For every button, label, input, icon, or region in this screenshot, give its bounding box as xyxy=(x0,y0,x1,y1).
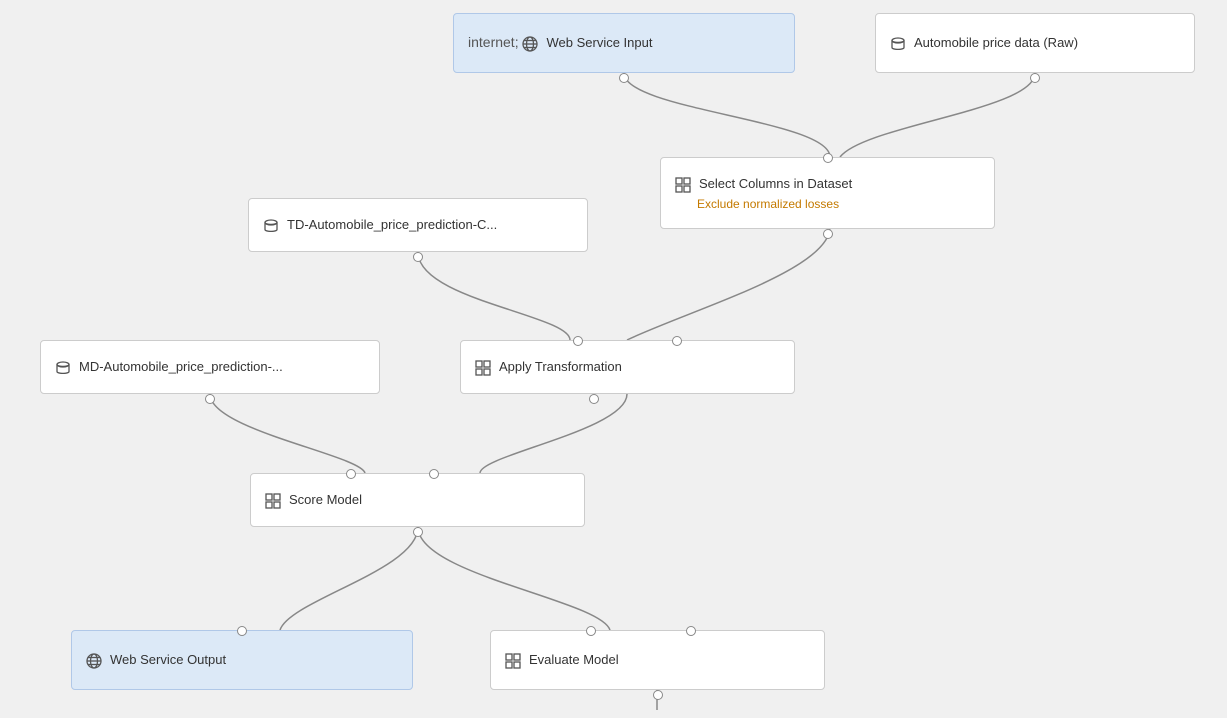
apply-transformation-port-top-right[interactable] xyxy=(672,336,682,346)
score-model-node[interactable]: Score Model xyxy=(250,473,585,527)
evaluate-model-port-top-left[interactable] xyxy=(586,626,596,636)
select-columns-icon xyxy=(675,175,691,192)
apply-transformation-port-bottom[interactable] xyxy=(589,394,599,404)
apply-transformation-port-top-left[interactable] xyxy=(573,336,583,346)
globe-icon-output xyxy=(86,651,102,668)
web-service-output-port-top[interactable] xyxy=(237,626,247,636)
web-service-input-node[interactable]: internet; Web Service Input xyxy=(453,13,795,73)
td-automobile-label: TD-Automobile_price_prediction-C... xyxy=(287,217,497,232)
evaluate-model-port-bottom[interactable] xyxy=(653,690,663,700)
apply-transformation-node[interactable]: Apply Transformation xyxy=(460,340,795,394)
database-icon-td xyxy=(263,216,279,233)
evaluate-model-label: Evaluate Model xyxy=(529,652,619,667)
evaluate-model-port-top-right[interactable] xyxy=(686,626,696,636)
score-model-icon xyxy=(265,491,281,508)
evaluate-model-icon xyxy=(505,651,521,668)
select-columns-subtitle: Exclude normalized losses xyxy=(675,197,980,211)
automobile-price-raw-label: Automobile price data (Raw) xyxy=(914,35,1078,50)
web-service-input-label: Web Service Input xyxy=(546,35,652,50)
globe-icon: internet; xyxy=(468,34,538,51)
automobile-raw-port-bottom[interactable] xyxy=(1030,73,1040,83)
web-service-output-label: Web Service Output xyxy=(110,652,226,667)
score-model-label: Score Model xyxy=(289,492,362,507)
web-service-input-port-bottom[interactable] xyxy=(619,73,629,83)
md-automobile-label: MD-Automobile_price_prediction-... xyxy=(79,359,283,374)
md-automobile-port-bottom[interactable] xyxy=(205,394,215,404)
select-columns-node[interactable]: Select Columns in Dataset Exclude normal… xyxy=(660,157,995,229)
select-columns-port-top[interactable] xyxy=(823,153,833,163)
score-model-port-top-right[interactable] xyxy=(429,469,439,479)
apply-transformation-label: Apply Transformation xyxy=(499,359,622,374)
database-icon-md xyxy=(55,358,71,375)
md-automobile-node[interactable]: MD-Automobile_price_prediction-... xyxy=(40,340,380,394)
td-automobile-node[interactable]: TD-Automobile_price_prediction-C... xyxy=(248,198,588,252)
evaluate-model-node[interactable]: Evaluate Model xyxy=(490,630,825,690)
select-columns-port-bottom[interactable] xyxy=(823,229,833,239)
web-service-output-node[interactable]: Web Service Output xyxy=(71,630,413,690)
score-model-port-top-left[interactable] xyxy=(346,469,356,479)
score-model-port-bottom[interactable] xyxy=(413,527,423,537)
database-icon-raw xyxy=(890,34,906,51)
apply-transformation-icon xyxy=(475,358,491,375)
td-automobile-port-bottom[interactable] xyxy=(413,252,423,262)
automobile-price-raw-node[interactable]: Automobile price data (Raw) xyxy=(875,13,1195,73)
select-columns-label: Select Columns in Dataset xyxy=(699,176,852,191)
